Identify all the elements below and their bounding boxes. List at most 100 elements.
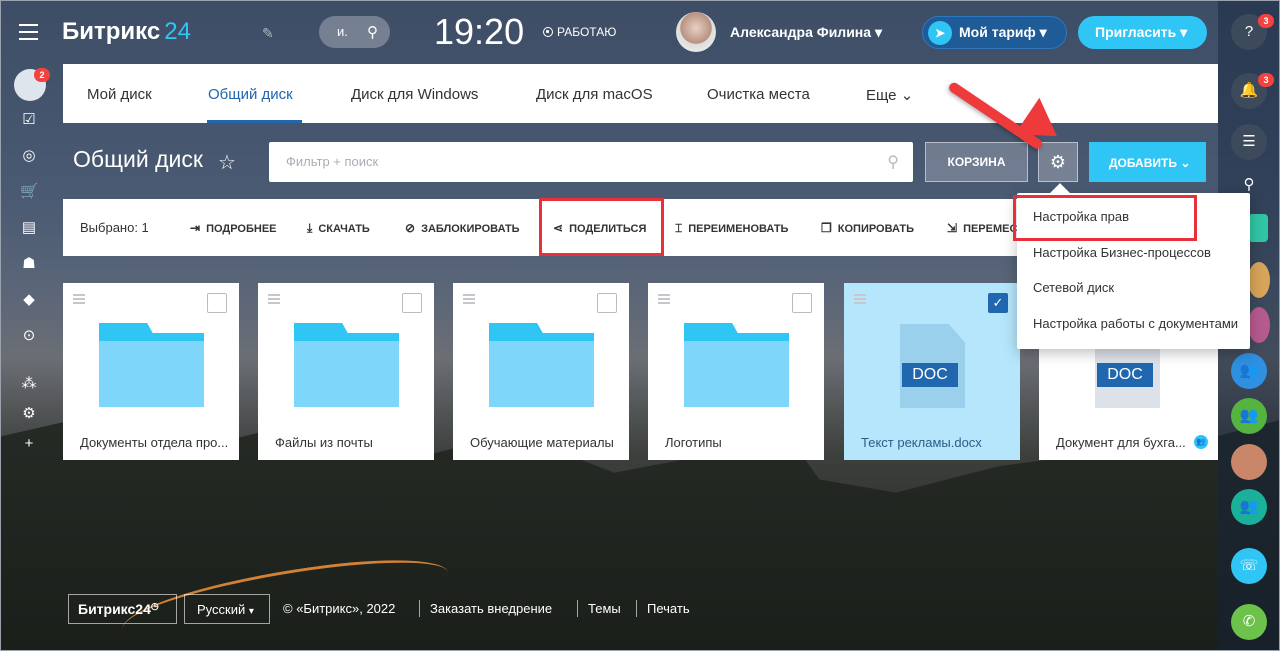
- tile-checkbox[interactable]: [792, 293, 812, 313]
- drag-handle-icon[interactable]: [658, 294, 670, 306]
- filter-placeholder: Фильтр + поиск: [286, 154, 379, 169]
- tile-checkbox[interactable]: [597, 293, 617, 313]
- add-button[interactable]: ДОБАВИТЬ ⌄: [1089, 142, 1206, 182]
- tab-cleanup[interactable]: Очистка места: [707, 86, 810, 103]
- divider: [419, 600, 420, 617]
- download-button[interactable]: ⤓ СКАЧАТЬ: [307, 221, 370, 236]
- left-sidebar: 2 ☑ ◎ 🛒 ▤ ☗ ◆ ⊙ ⁂ ⚙ +: [0, 64, 62, 464]
- logo[interactable]: Битрикс 24: [62, 18, 191, 46]
- tab-shared-disk[interactable]: Общий диск: [208, 86, 293, 103]
- selected-count: Выбрано: 1: [80, 220, 149, 235]
- order-link[interactable]: Заказать внедрение: [430, 601, 552, 616]
- phone-icon[interactable]: ✆: [1231, 604, 1267, 640]
- details-button[interactable]: ⇥ ПОДРОБНЕЕ: [190, 221, 277, 235]
- menu-icon[interactable]: [19, 24, 38, 40]
- file-name: Документ для бухга...: [1056, 435, 1186, 450]
- search-icon: ⚲: [367, 24, 378, 41]
- help-badge: 3: [1258, 14, 1274, 28]
- clock[interactable]: 19:20: [434, 11, 524, 53]
- star-icon[interactable]: ☆: [218, 150, 236, 175]
- move-button[interactable]: ⇲ ПЕРЕМЕС: [947, 221, 1017, 235]
- contact-avatar[interactable]: [1248, 307, 1270, 343]
- clock-icon: ◷: [150, 601, 159, 611]
- lock-button[interactable]: ⊘ ЗАБЛОКИРОВАТЬ: [405, 221, 520, 235]
- tariff-button[interactable]: ➤ Мой тариф ▾: [922, 16, 1067, 49]
- drag-handle-icon[interactable]: [73, 294, 85, 306]
- file-tile[interactable]: Файлы из почты: [258, 283, 434, 460]
- tab-windows-disk[interactable]: Диск для Windows: [351, 86, 478, 103]
- more-circle-icon[interactable]: ⊙: [20, 327, 38, 345]
- file-tile[interactable]: Документы отдела про...: [63, 283, 239, 460]
- top-bar: Битрикс 24 ✎ и. ⚲ 19:20 РАБОТАЮ Александр…: [0, 0, 1218, 64]
- group-chat-icon[interactable]: 👥: [1231, 398, 1267, 434]
- trash-button[interactable]: КОРЗИНА: [925, 142, 1028, 182]
- tile-checkbox-checked[interactable]: ✓: [988, 293, 1008, 313]
- active-tab-underline: [207, 120, 302, 123]
- user-avatar[interactable]: [676, 12, 716, 52]
- box-icon[interactable]: ◆: [20, 291, 38, 309]
- footer-logo[interactable]: Битрикс24◷: [68, 594, 177, 624]
- tile-checkbox[interactable]: [402, 293, 422, 313]
- file-tile-selected[interactable]: ✓ DOC Текст рекламы.docx: [844, 283, 1020, 460]
- target-icon[interactable]: ◎: [20, 147, 38, 165]
- download-icon: ⤓: [307, 221, 313, 235]
- menu-item-business-processes[interactable]: Настройка Бизнес-процессов: [1033, 245, 1211, 260]
- invite-button[interactable]: Пригласить ▾: [1078, 16, 1207, 49]
- gear-icon[interactable]: ⚙: [20, 405, 38, 423]
- tab-my-disk[interactable]: Мой диск: [87, 86, 152, 103]
- block-icon: ⊘: [405, 221, 416, 235]
- themes-link[interactable]: Темы: [588, 601, 621, 616]
- shared-users-icon: 👥: [1194, 435, 1208, 449]
- edit-pencil-icon[interactable]: ✎: [262, 25, 274, 42]
- notify-badge: 3: [1258, 73, 1274, 87]
- contact-card-icon[interactable]: ▤: [20, 219, 38, 237]
- contact-center-icon[interactable]: ☏: [1231, 548, 1267, 584]
- search-button[interactable]: и. ⚲: [319, 16, 390, 48]
- language-select[interactable]: Русский ▾: [184, 594, 270, 624]
- highlight-share: [539, 198, 664, 256]
- chevron-down-icon: ▾: [874, 24, 882, 40]
- menu-item-document-settings[interactable]: Настройка работы с документами: [1033, 316, 1238, 331]
- cart-icon[interactable]: 🛒: [20, 183, 39, 201]
- work-status[interactable]: РАБОТАЮ: [543, 25, 616, 39]
- group-chat-icon[interactable]: 👥: [1231, 353, 1267, 389]
- gear-icon: ⚙: [1049, 152, 1067, 172]
- copy-button[interactable]: ❐ КОПИРОВАТЬ: [821, 221, 914, 235]
- rocket-icon: ➤: [928, 21, 952, 45]
- file-tile[interactable]: Логотипы: [648, 283, 824, 460]
- contact-avatar[interactable]: [1248, 262, 1270, 298]
- calendar-icon[interactable]: [1248, 214, 1268, 242]
- file-name: Логотипы: [665, 435, 722, 450]
- drag-handle-icon[interactable]: [854, 294, 866, 306]
- page-title: Общий диск: [73, 146, 203, 172]
- tasks-icon[interactable]: ☑: [20, 111, 38, 129]
- chat-icon[interactable]: ☰: [1231, 124, 1267, 160]
- open-icon: ⇥: [190, 221, 201, 235]
- drag-handle-icon[interactable]: [463, 294, 475, 306]
- contact-avatar[interactable]: [1231, 444, 1267, 480]
- robot-icon[interactable]: ☗: [20, 255, 38, 273]
- file-name: Файлы из почты: [275, 435, 373, 450]
- tab-more[interactable]: Еще ⌄: [866, 86, 913, 104]
- chevron-down-icon: ⌄: [1180, 156, 1191, 170]
- rename-icon: ⌶: [675, 221, 683, 235]
- drag-handle-icon[interactable]: [268, 294, 280, 306]
- chevron-down-icon: ▾: [1039, 24, 1047, 40]
- tile-checkbox[interactable]: [207, 293, 227, 313]
- status-icon: [543, 27, 553, 37]
- menu-item-network-drive[interactable]: Сетевой диск: [1033, 280, 1114, 295]
- print-link[interactable]: Печать: [647, 601, 690, 616]
- tab-macos-disk[interactable]: Диск для macOS: [536, 86, 653, 103]
- user-name[interactable]: Александра Филина ▾: [730, 24, 882, 41]
- highlight-access-rights: [1013, 195, 1197, 241]
- filter-search-input[interactable]: Фильтр + поиск ⚲: [269, 142, 913, 182]
- search-icon: ⚲: [887, 154, 899, 171]
- structure-icon[interactable]: ⁂: [20, 375, 38, 393]
- rename-button[interactable]: ⌶ ПЕРЕИМЕНОВАТЬ: [675, 221, 788, 236]
- file-tile[interactable]: Обучающие материалы: [453, 283, 629, 460]
- divider: [577, 600, 578, 617]
- plus-icon[interactable]: +: [20, 435, 38, 453]
- group-chat-icon[interactable]: 👥: [1231, 489, 1267, 525]
- folder-icon: [489, 323, 594, 407]
- feed-badge: 2: [34, 68, 50, 82]
